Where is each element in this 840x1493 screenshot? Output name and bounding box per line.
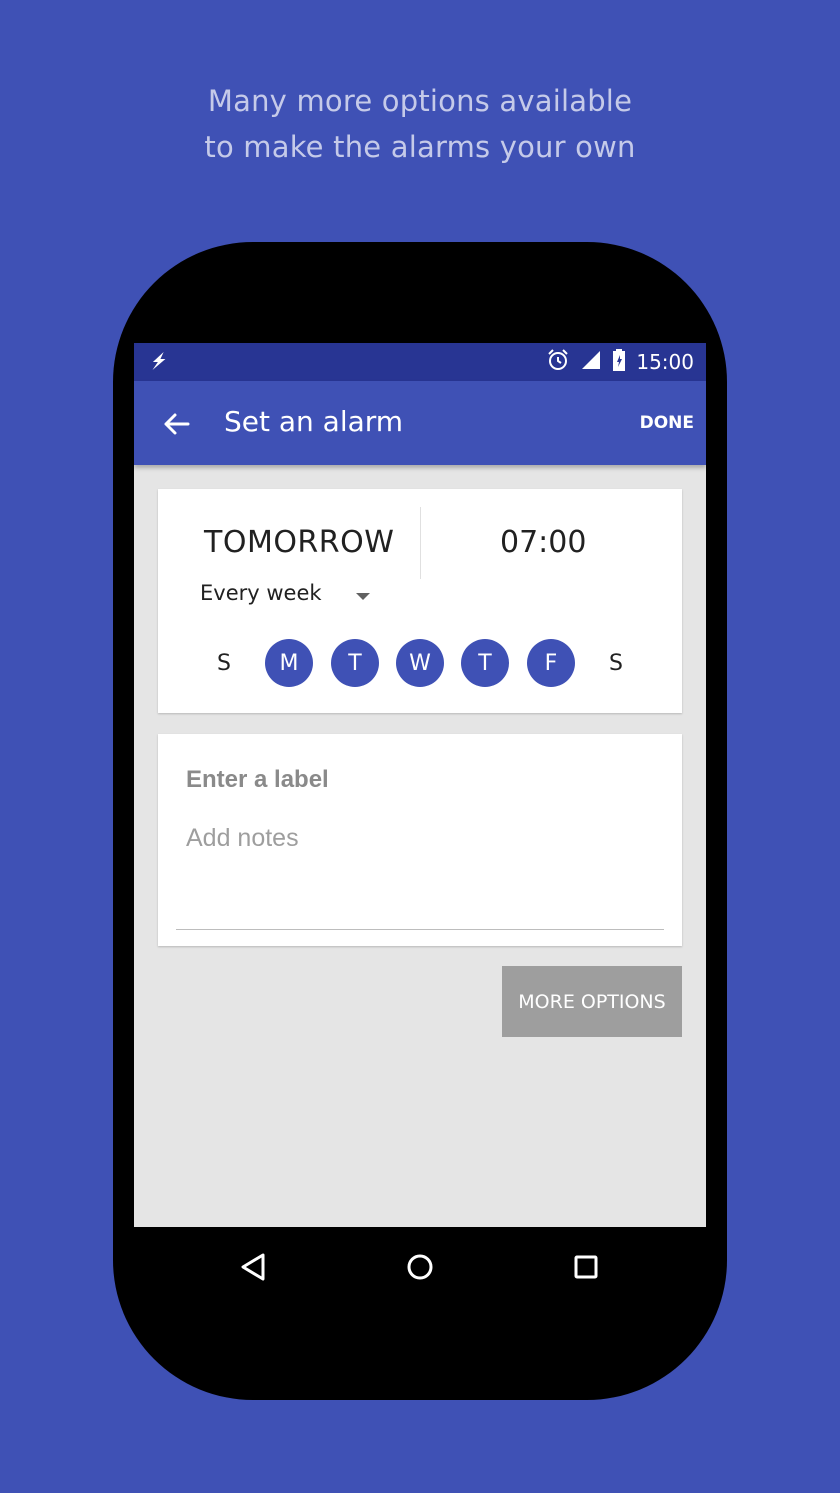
home-circle-icon[interactable] <box>400 1247 440 1287</box>
dropdown-arrow-icon <box>356 593 370 600</box>
more-options-button[interactable]: MORE OPTIONS <box>502 966 682 1037</box>
repeat-value: Every week <box>200 581 322 605</box>
flash-icon <box>150 350 172 377</box>
signal-icon <box>580 349 602 376</box>
promo-line-1: Many more options available <box>207 84 633 118</box>
day-toggle-wednesday[interactable]: W <box>396 639 444 687</box>
alarm-icon <box>546 348 570 377</box>
status-bar: 15:00 <box>134 343 706 381</box>
day-toggle-thursday[interactable]: T <box>461 639 509 687</box>
promo-text: Many more options available to make the … <box>0 78 840 170</box>
alarm-time[interactable]: 07:00 <box>500 525 586 560</box>
day-toggle-sunday[interactable]: S <box>200 639 248 687</box>
recents-square-icon[interactable] <box>566 1247 606 1287</box>
promo-line-2: to make the alarms your own <box>204 130 636 164</box>
vertical-divider <box>420 507 421 579</box>
page-title: Set an alarm <box>224 405 404 438</box>
day-toggle-saturday[interactable]: S <box>592 639 640 687</box>
notes-underline <box>176 929 664 930</box>
day-toggle-friday[interactable]: F <box>527 639 575 687</box>
app-bar: Set an alarm DONE <box>134 381 706 465</box>
alarm-time-card: TOMORROW 07:00 Every week S M T W T F S <box>158 489 682 713</box>
notes-input[interactable]: Add notes <box>186 824 646 853</box>
done-button[interactable]: DONE <box>640 413 694 433</box>
weekday-selector: S M T W T F S <box>158 639 682 687</box>
status-time: 15:00 <box>636 350 694 374</box>
battery-icon <box>612 348 626 377</box>
repeat-dropdown[interactable]: Every week <box>200 581 380 613</box>
day-toggle-tuesday[interactable]: T <box>331 639 379 687</box>
alarm-day[interactable]: TOMORROW <box>204 525 394 560</box>
day-toggle-monday[interactable]: M <box>265 639 313 687</box>
label-input[interactable]: Enter a label <box>186 766 646 794</box>
label-card: Enter a label Add notes <box>158 734 682 946</box>
arrow-back-icon[interactable] <box>160 407 194 441</box>
navigation-bar <box>134 1227 706 1301</box>
back-triangle-icon[interactable] <box>233 1247 273 1287</box>
phone-screen: 15:00 Set an alarm DONE TOMORROW 07:00 E… <box>134 343 706 1227</box>
